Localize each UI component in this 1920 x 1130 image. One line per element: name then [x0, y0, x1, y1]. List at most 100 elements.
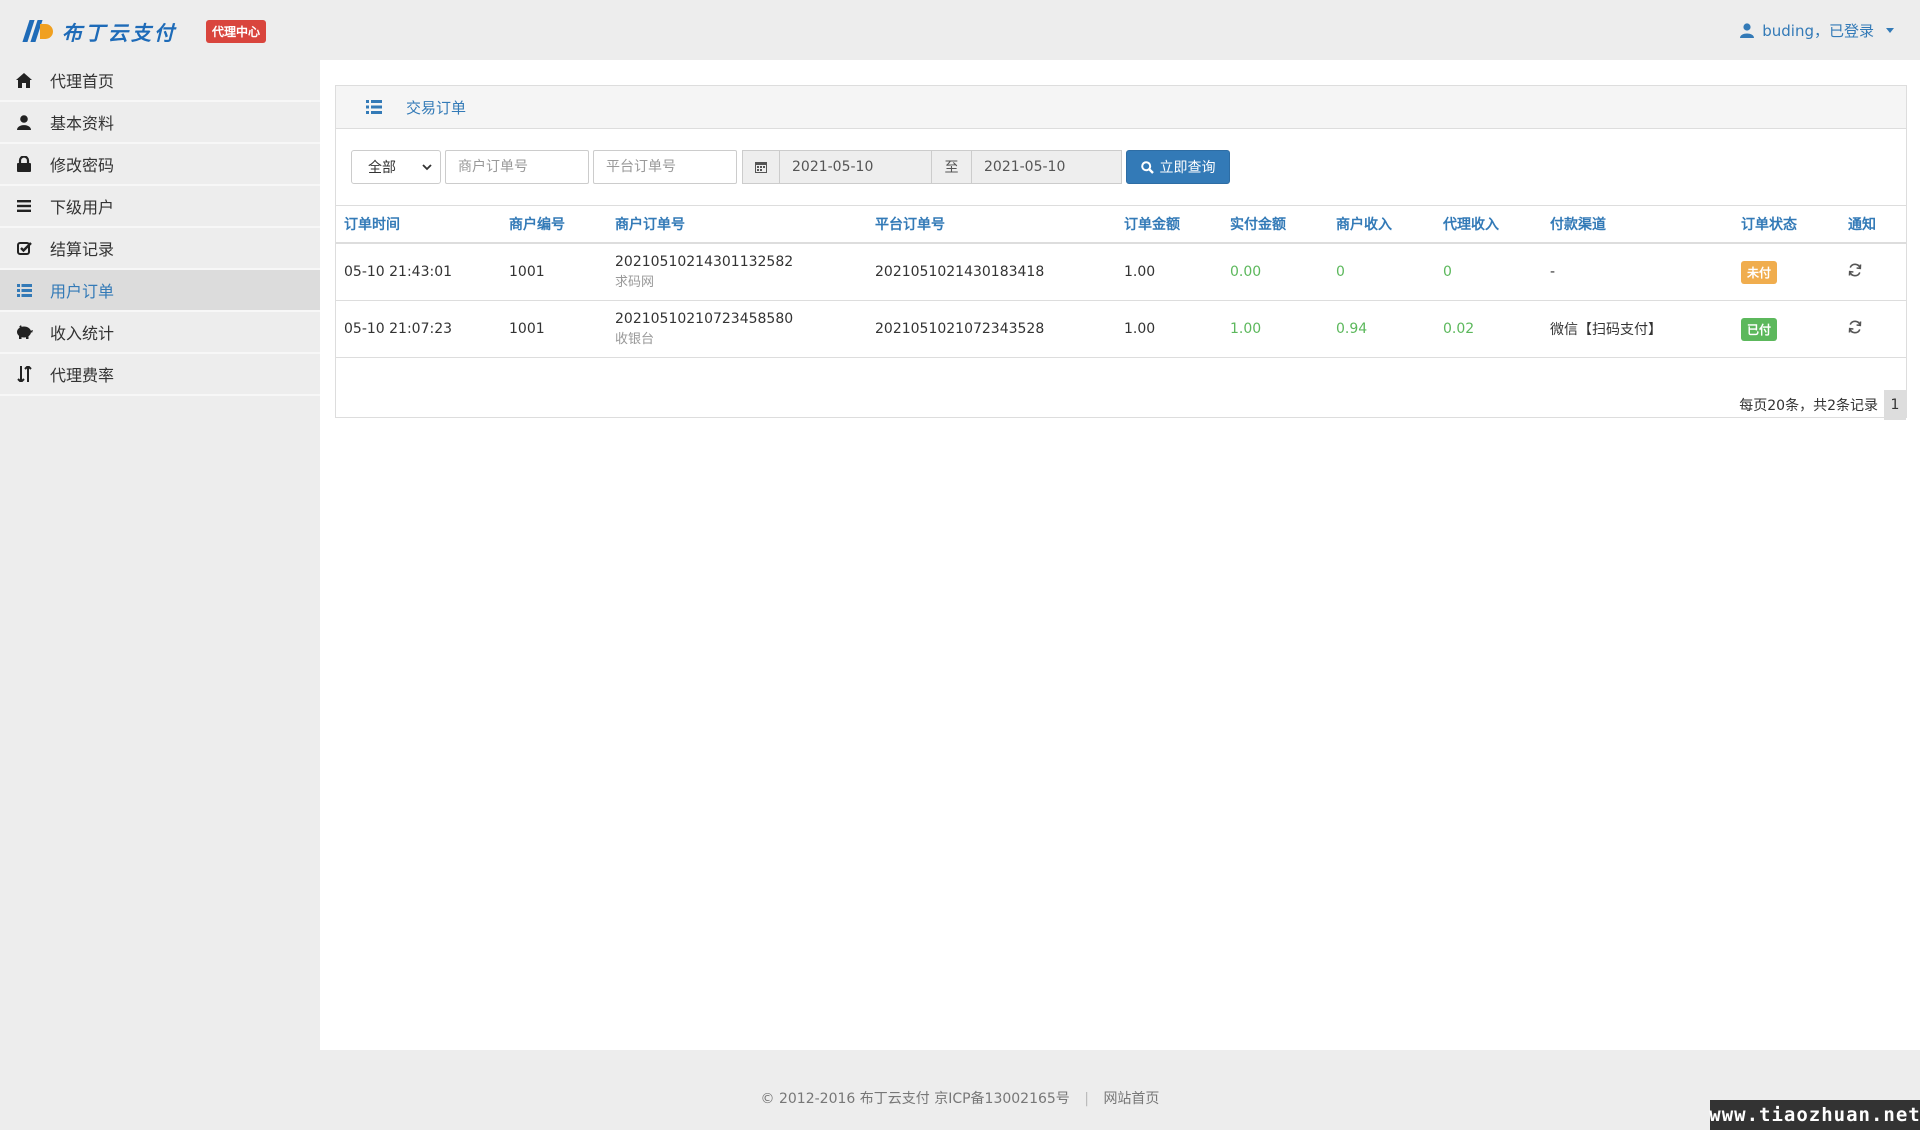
chevron-down-icon: [422, 163, 432, 170]
status-badge: 已付: [1741, 317, 1778, 341]
platform-order-no: 2021051021430183418: [867, 243, 1116, 301]
merchant-order-cell: 20210510210723458580 收银台: [607, 300, 867, 358]
footer-home-link[interactable]: 网站首页: [1103, 1091, 1159, 1107]
top-navbar: 布丁云支付 代理中心 buding，已登录: [0, 0, 1920, 60]
pagination-summary: 每页20条，共2条记录: [1739, 398, 1878, 414]
search-icon: [1140, 160, 1154, 174]
merchant-income: 0: [1328, 243, 1435, 301]
col-order-amount: 订单金额: [1116, 205, 1222, 244]
sidebar-item-rates[interactable]: 代理费率: [0, 354, 320, 396]
list-icon: [14, 281, 34, 299]
user-status-text: buding，已登录: [1762, 22, 1874, 40]
filter-bar: 全部 2021-05-10 至 2021-05-10 立即查询: [351, 149, 1230, 185]
sidebar-item-income[interactable]: 收入统计: [0, 312, 320, 354]
platform-order-input[interactable]: [593, 150, 737, 184]
table-header-row: 订单时间 商户编号 商户订单号 平台订单号 订单金额 实付金额 商户收入 代理收…: [336, 205, 1906, 244]
check-square-icon: [14, 239, 34, 257]
piggy-bank-icon: [14, 323, 34, 341]
calendar-icon: [742, 150, 780, 184]
merchant-order-input[interactable]: [445, 150, 589, 184]
notify-cell: [1840, 243, 1906, 301]
col-merchant-id: 商户编号: [501, 205, 607, 244]
date-from-input[interactable]: 2021-05-10: [780, 150, 932, 184]
site-watermark: www.tiaozhuan.net: [1709, 1100, 1920, 1130]
pagination: 每页20条，共2条记录 1: [1739, 390, 1906, 420]
user-dropdown[interactable]: buding，已登录: [1740, 20, 1894, 41]
merchant-order-source: 收银台: [615, 332, 655, 347]
user-icon: [14, 113, 34, 131]
logo-mark-icon: [22, 18, 56, 44]
sidebar-item-label: 收入统计: [50, 324, 115, 343]
sidebar-item-label: 用户订单: [50, 282, 115, 301]
sidebar-item-label: 基本资料: [50, 114, 115, 133]
col-pay-channel: 付款渠道: [1542, 205, 1733, 244]
sidebar-item-profile[interactable]: 基本资料: [0, 102, 320, 144]
agent-center-badge: 代理中心: [206, 20, 267, 43]
sidebar-item-subusers[interactable]: 下级用户: [0, 186, 320, 228]
panel-title: 交易订单: [406, 98, 467, 117]
sidebar-item-label: 下级用户: [50, 198, 115, 217]
col-agent-income: 代理收入: [1435, 205, 1542, 244]
sidebar-item-home[interactable]: 代理首页: [0, 60, 320, 102]
footer: © 2012-2016 布丁云支付 京ICP备13002165号 | 网站首页: [0, 1050, 1920, 1130]
sidebar: 代理首页 基本资料 修改密码 下级用户 结算记录 用户订单 收入统计 代理费率: [0, 60, 320, 1050]
paid-amount: 1.00: [1222, 300, 1328, 358]
panel-heading: 交易订单: [336, 86, 1906, 129]
refresh-icon[interactable]: [1848, 320, 1862, 334]
agent-income: 0: [1435, 243, 1542, 301]
merchant-order-no: 20210510214301132582: [615, 254, 794, 270]
order-type-selected: 全部: [368, 160, 396, 176]
lock-icon: [14, 155, 34, 173]
menu-icon: [14, 197, 34, 215]
refresh-icon[interactable]: [1848, 263, 1862, 277]
footer-copyright: © 2012-2016 布丁云支付 京ICP备13002165号: [760, 1091, 1070, 1107]
sort-arrows-icon: [14, 365, 34, 383]
order-time: 05-10 21:07:23: [336, 300, 501, 358]
sidebar-item-label: 代理首页: [50, 72, 115, 91]
order-amount: 1.00: [1116, 243, 1222, 301]
pay-channel: -: [1542, 243, 1733, 301]
sidebar-item-label: 代理费率: [50, 366, 115, 385]
orders-panel: 交易订单 全部 2021-05-10 至 2021-05-10 立即查询: [335, 85, 1907, 420]
logo-text: 布丁云支付: [62, 20, 177, 45]
query-button-label: 立即查询: [1159, 160, 1216, 176]
merchant-order-no: 20210510210723458580: [615, 311, 794, 327]
order-amount: 1.00: [1116, 300, 1222, 358]
date-range-separator: 至: [932, 150, 972, 184]
footer-separator: |: [1084, 1091, 1089, 1107]
table-row: 05-10 21:07:23 1001 20210510210723458580…: [336, 300, 1906, 358]
sidebar-item-password[interactable]: 修改密码: [0, 144, 320, 186]
col-order-time: 订单时间: [336, 205, 501, 244]
col-merchant-income: 商户收入: [1328, 205, 1435, 244]
status-badge: 未付: [1741, 260, 1778, 284]
order-type-select[interactable]: 全部: [351, 150, 441, 184]
order-status-cell: 已付: [1733, 300, 1840, 358]
merchant-order-source: 求码网: [615, 275, 655, 290]
agent-income: 0.02: [1435, 300, 1542, 358]
col-paid-amount: 实付金额: [1222, 205, 1328, 244]
merchant-id: 1001: [501, 243, 607, 301]
date-to-input[interactable]: 2021-05-10: [972, 150, 1122, 184]
date-range-group: 2021-05-10 至 2021-05-10: [742, 150, 1122, 184]
list-icon: [366, 100, 382, 114]
col-order-status: 订单状态: [1733, 205, 1840, 244]
orders-table: 订单时间 商户编号 商户订单号 平台订单号 订单金额 实付金额 商户收入 代理收…: [336, 205, 1906, 358]
query-button[interactable]: 立即查询: [1126, 150, 1230, 184]
platform-order-no: 2021051021072343528: [867, 300, 1116, 358]
merchant-income: 0.94: [1328, 300, 1435, 358]
merchant-id: 1001: [501, 300, 607, 358]
order-status-cell: 未付: [1733, 243, 1840, 301]
page-number-button[interactable]: 1: [1884, 390, 1906, 420]
home-icon: [14, 71, 34, 89]
brand-logo[interactable]: 布丁云支付: [22, 16, 177, 46]
order-time: 05-10 21:43:01: [336, 243, 501, 301]
col-merchant-order: 商户订单号: [607, 205, 867, 244]
pay-channel: 微信【扫码支付】: [1542, 300, 1733, 358]
sidebar-item-settlement[interactable]: 结算记录: [0, 228, 320, 270]
sidebar-item-orders[interactable]: 用户订单: [0, 270, 320, 312]
sidebar-item-label: 结算记录: [50, 240, 115, 259]
col-platform-order: 平台订单号: [867, 205, 1116, 244]
sidebar-item-label: 修改密码: [50, 156, 115, 175]
main-content: 交易订单 全部 2021-05-10 至 2021-05-10 立即查询: [320, 60, 1920, 1050]
table-row: 05-10 21:43:01 1001 20210510214301132582…: [336, 243, 1906, 301]
